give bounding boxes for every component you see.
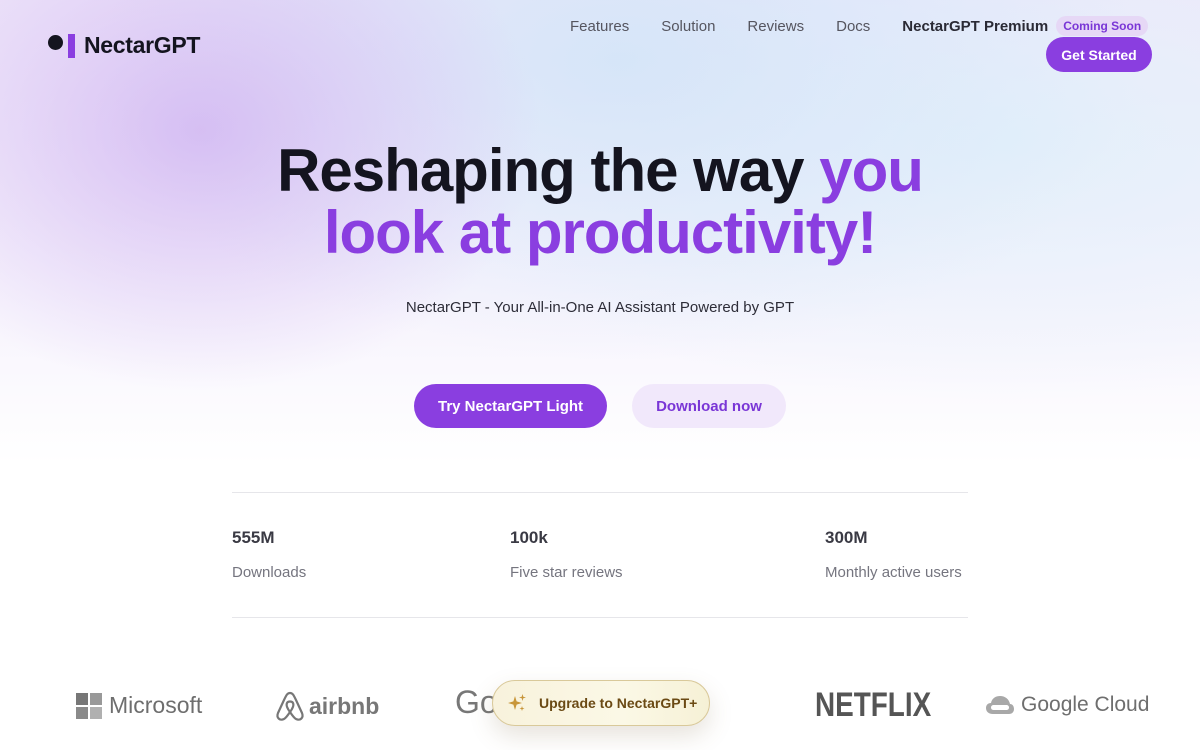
nav-reviews[interactable]: Reviews — [747, 18, 804, 35]
hero-title-accent-1: you — [819, 137, 924, 204]
hero-subtitle: NectarGPT - Your All-in-One AI Assistant… — [405, 299, 795, 316]
stat-label: Downloads — [232, 564, 307, 581]
get-started-button[interactable]: Get Started — [1046, 37, 1152, 72]
stat-label: Five star reviews — [510, 564, 623, 581]
stat-label: Monthly active users — [825, 564, 962, 581]
airbnb-belo-icon — [276, 691, 304, 721]
stat-value: 555M — [232, 528, 275, 547]
try-light-button[interactable]: Try NectarGPT Light — [414, 384, 607, 428]
airbnb-logo: airbnb — [275, 690, 379, 722]
netflix-logo: NETFLIX — [815, 686, 957, 725]
logo-bar-icon — [68, 33, 75, 58]
nav-premium[interactable]: NectarGPT Premium — [902, 18, 1048, 35]
logo-dot-icon — [48, 35, 63, 50]
nav-docs[interactable]: Docs — [836, 18, 870, 35]
hero-background — [0, 0, 1200, 750]
google-cloud-icon — [986, 696, 1014, 714]
upgrade-label: Upgrade to NectarGPT+ — [539, 695, 698, 711]
download-now-button[interactable]: Download now — [632, 384, 786, 428]
brand-name: NectarGPT — [84, 32, 201, 58]
stats-divider-top — [232, 492, 968, 493]
stat-value: 300M — [825, 528, 868, 547]
airbnb-wordmark: airbnb — [309, 692, 380, 719]
sparkles-icon — [508, 694, 526, 711]
microsoft-wordmark: Microsoft — [109, 692, 203, 718]
stat-value: 100k — [510, 528, 548, 547]
coming-soon-badge: Coming Soon — [1056, 16, 1149, 36]
stats-divider-bottom — [232, 617, 968, 618]
microsoft-logo: Microsoft — [76, 692, 202, 719]
nav-solution[interactable]: Solution — [661, 18, 715, 35]
upgrade-button[interactable]: Upgrade to NectarGPT+ — [492, 680, 710, 726]
stat-downloads: 555M Downloads — [232, 528, 306, 581]
google-cloud-logo: Google Cloud — [985, 693, 1149, 717]
stat-reviews: 100k Five star reviews — [510, 528, 623, 581]
nav-features[interactable]: Features — [570, 18, 629, 35]
hero-title-dark: Reshaping the way — [277, 137, 820, 204]
google-cloud-wordmark: Google Cloud — [1021, 693, 1150, 716]
brand-logo[interactable]: NectarGPT — [48, 32, 200, 59]
microsoft-grid-icon — [76, 692, 102, 719]
main-nav: Features Solution Reviews Docs NectarGPT… — [570, 16, 1149, 36]
hero-title: Reshaping the way you look at productivi… — [0, 140, 1200, 264]
netflix-wordmark: NETFLIX — [815, 686, 932, 724]
hero-title-accent-2: look at productivity! — [323, 199, 877, 266]
stat-active-users: 300M Monthly active users — [825, 528, 962, 581]
